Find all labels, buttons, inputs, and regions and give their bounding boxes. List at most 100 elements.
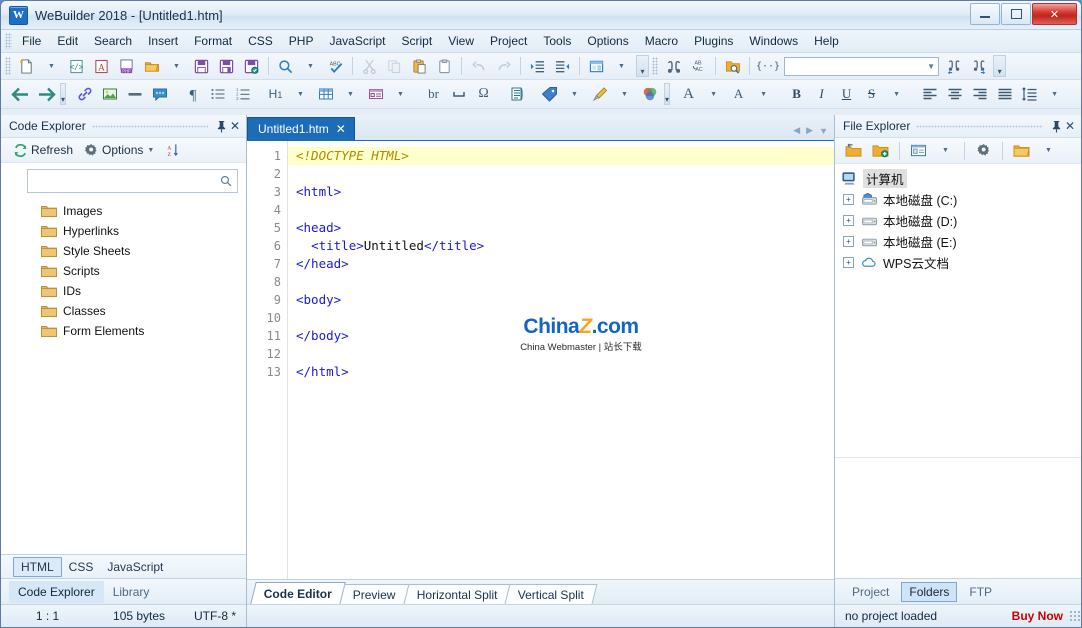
menu-macro[interactable]: Macro (637, 31, 686, 51)
insert-toolbar-overflow-button[interactable]: ▾ (664, 83, 671, 105)
snippet-icon[interactable]: {··} (755, 55, 781, 78)
menu-tools[interactable]: Tools (535, 31, 579, 51)
view-tab-code-editor[interactable]: Code Editor (250, 582, 346, 604)
pin-icon[interactable] (214, 118, 228, 134)
open-file-icon[interactable] (140, 55, 163, 78)
tree-item-ids[interactable]: IDs (23, 281, 246, 301)
save-icon[interactable] (190, 55, 213, 78)
strikethrough-dropdown-icon[interactable]: ▼ (885, 83, 908, 106)
close-icon[interactable]: ✕ (336, 123, 346, 135)
tab-next-icon[interactable]: ▶ (806, 125, 813, 136)
favorites-folder-icon[interactable] (1010, 139, 1033, 162)
menu-javascript[interactable]: JavaScript (321, 31, 393, 51)
heading-dropdown-icon[interactable]: ▼ (289, 83, 312, 106)
panel-tab-code-explorer[interactable]: Code Explorer (9, 580, 104, 603)
strikethrough-icon[interactable]: S (860, 83, 883, 106)
file-explorer-file-list[interactable] (835, 457, 1081, 578)
form-dropdown-icon[interactable]: ▼ (389, 83, 412, 106)
forward-icon[interactable] (34, 83, 57, 106)
tree-item-scripts[interactable]: Scripts (23, 261, 246, 281)
tree-item-classes[interactable]: Classes (23, 301, 246, 321)
tree-item-hyperlinks[interactable]: Hyperlinks (23, 221, 246, 241)
cut-icon[interactable] (358, 55, 381, 78)
find-previous-icon[interactable] (942, 55, 965, 78)
new-file-icon[interactable] (15, 55, 38, 78)
menu-php[interactable]: PHP (281, 31, 322, 51)
align-justify-icon[interactable] (993, 83, 1016, 106)
tree-item-style-sheets[interactable]: Style Sheets (23, 241, 246, 261)
favorites-dropdown-icon[interactable]: ▼ (1037, 139, 1060, 162)
italic-icon[interactable]: I (810, 83, 833, 106)
menu-view[interactable]: View (440, 31, 482, 51)
paste-icon[interactable] (408, 55, 431, 78)
fe-tab-folders[interactable]: Folders (901, 581, 958, 602)
new-asp-document-icon[interactable]: A (90, 55, 113, 78)
page-properties-icon[interactable] (1076, 83, 1081, 106)
menu-file[interactable]: File (14, 31, 49, 51)
new-html-document-icon[interactable]: </> (65, 55, 88, 78)
settings-gear-icon[interactable] (972, 139, 995, 162)
menu-search[interactable]: Search (86, 31, 140, 51)
maximize-button[interactable] (1001, 3, 1031, 25)
tab-prev-icon[interactable]: ◀ (793, 125, 800, 136)
font-dropdown-icon[interactable]: ▼ (702, 83, 725, 106)
find-in-files-icon[interactable] (721, 55, 744, 78)
tree-item-images[interactable]: Images (23, 201, 246, 221)
save-as-icon[interactable] (215, 55, 238, 78)
code-editor[interactable]: 1 2 3 4 5 6 7 8 9 10 11 12 13 <!DOCTYPE … (247, 141, 834, 579)
tag-icon[interactable] (538, 83, 561, 106)
expand-icon[interactable]: + (843, 215, 854, 226)
ordered-list-icon[interactable]: 123 (231, 83, 254, 106)
menu-grip[interactable] (5, 33, 12, 49)
line-spacing-icon[interactable] (1018, 83, 1041, 106)
menu-project[interactable]: Project (482, 31, 535, 51)
form-icon[interactable] (364, 83, 387, 106)
align-right-icon[interactable] (968, 83, 991, 106)
lang-tab-html[interactable]: HTML (13, 556, 62, 577)
line-break-icon[interactable]: br (422, 83, 445, 106)
options-dropdown-icon[interactable]: ▼ (147, 147, 154, 154)
spellcheck-icon[interactable]: ABC (324, 55, 347, 78)
special-character-icon[interactable]: Ω (472, 83, 495, 106)
tab-menu-icon[interactable]: ▼ (819, 126, 828, 136)
view-tab-preview[interactable]: Preview (339, 584, 410, 604)
code-template-dropdown-icon[interactable]: ▼ (610, 55, 633, 78)
menu-options[interactable]: Options (579, 31, 636, 51)
undo-icon[interactable] (467, 55, 490, 78)
code-template-icon[interactable] (585, 55, 608, 78)
lang-tab-css[interactable]: CSS (62, 558, 101, 576)
nav-overflow-button[interactable]: ▾ (60, 83, 67, 105)
open-file-dropdown-icon[interactable]: ▼ (165, 55, 188, 78)
fe-tab-project[interactable]: Project (843, 581, 898, 603)
code-text[interactable]: <!DOCTYPE HTML> <html> <head> <title>Unt… (288, 141, 834, 579)
underline-icon[interactable]: U (835, 83, 858, 106)
indent-icon[interactable] (526, 55, 549, 78)
clipboard-icon[interactable] (433, 55, 456, 78)
align-left-icon[interactable] (918, 83, 941, 106)
preview-dropdown-icon[interactable]: ▼ (299, 55, 322, 78)
new-folder-icon[interactable] (869, 139, 892, 162)
find-icon[interactable] (662, 55, 685, 78)
paragraph-icon[interactable]: ¶ (181, 83, 204, 106)
menu-plugins[interactable]: Plugins (686, 31, 741, 51)
font-icon[interactable]: A (677, 83, 700, 106)
menu-windows[interactable]: Windows (741, 31, 806, 51)
menu-insert[interactable]: Insert (140, 31, 186, 51)
go-up-folder-icon[interactable] (842, 139, 865, 162)
tag-dropdown-icon[interactable]: ▼ (563, 83, 586, 106)
horizontal-rule-icon[interactable] (123, 83, 146, 106)
fe-tab-ftp[interactable]: FTP (960, 581, 1001, 603)
panel-tab-library[interactable]: Library (104, 581, 159, 603)
format-painter-dropdown-icon[interactable]: ▼ (613, 83, 636, 106)
search-input[interactable]: ▼ (784, 56, 940, 76)
font-size-icon[interactable]: A (727, 83, 750, 106)
view-tab-horizontal-split[interactable]: Horizontal Split (403, 584, 511, 604)
refresh-button[interactable]: Refresh (9, 140, 77, 161)
fe-item-drive-e[interactable]: + 本地磁盘 (E:) (835, 231, 1081, 252)
buy-now-link[interactable]: Buy Now (1012, 609, 1063, 623)
stylesheet-icon[interactable] (505, 83, 528, 106)
table-icon[interactable] (314, 83, 337, 106)
replace-icon[interactable]: AB AC (687, 55, 710, 78)
lang-tab-javascript[interactable]: JavaScript (100, 558, 170, 576)
heading-icon[interactable]: H1 (264, 83, 287, 106)
